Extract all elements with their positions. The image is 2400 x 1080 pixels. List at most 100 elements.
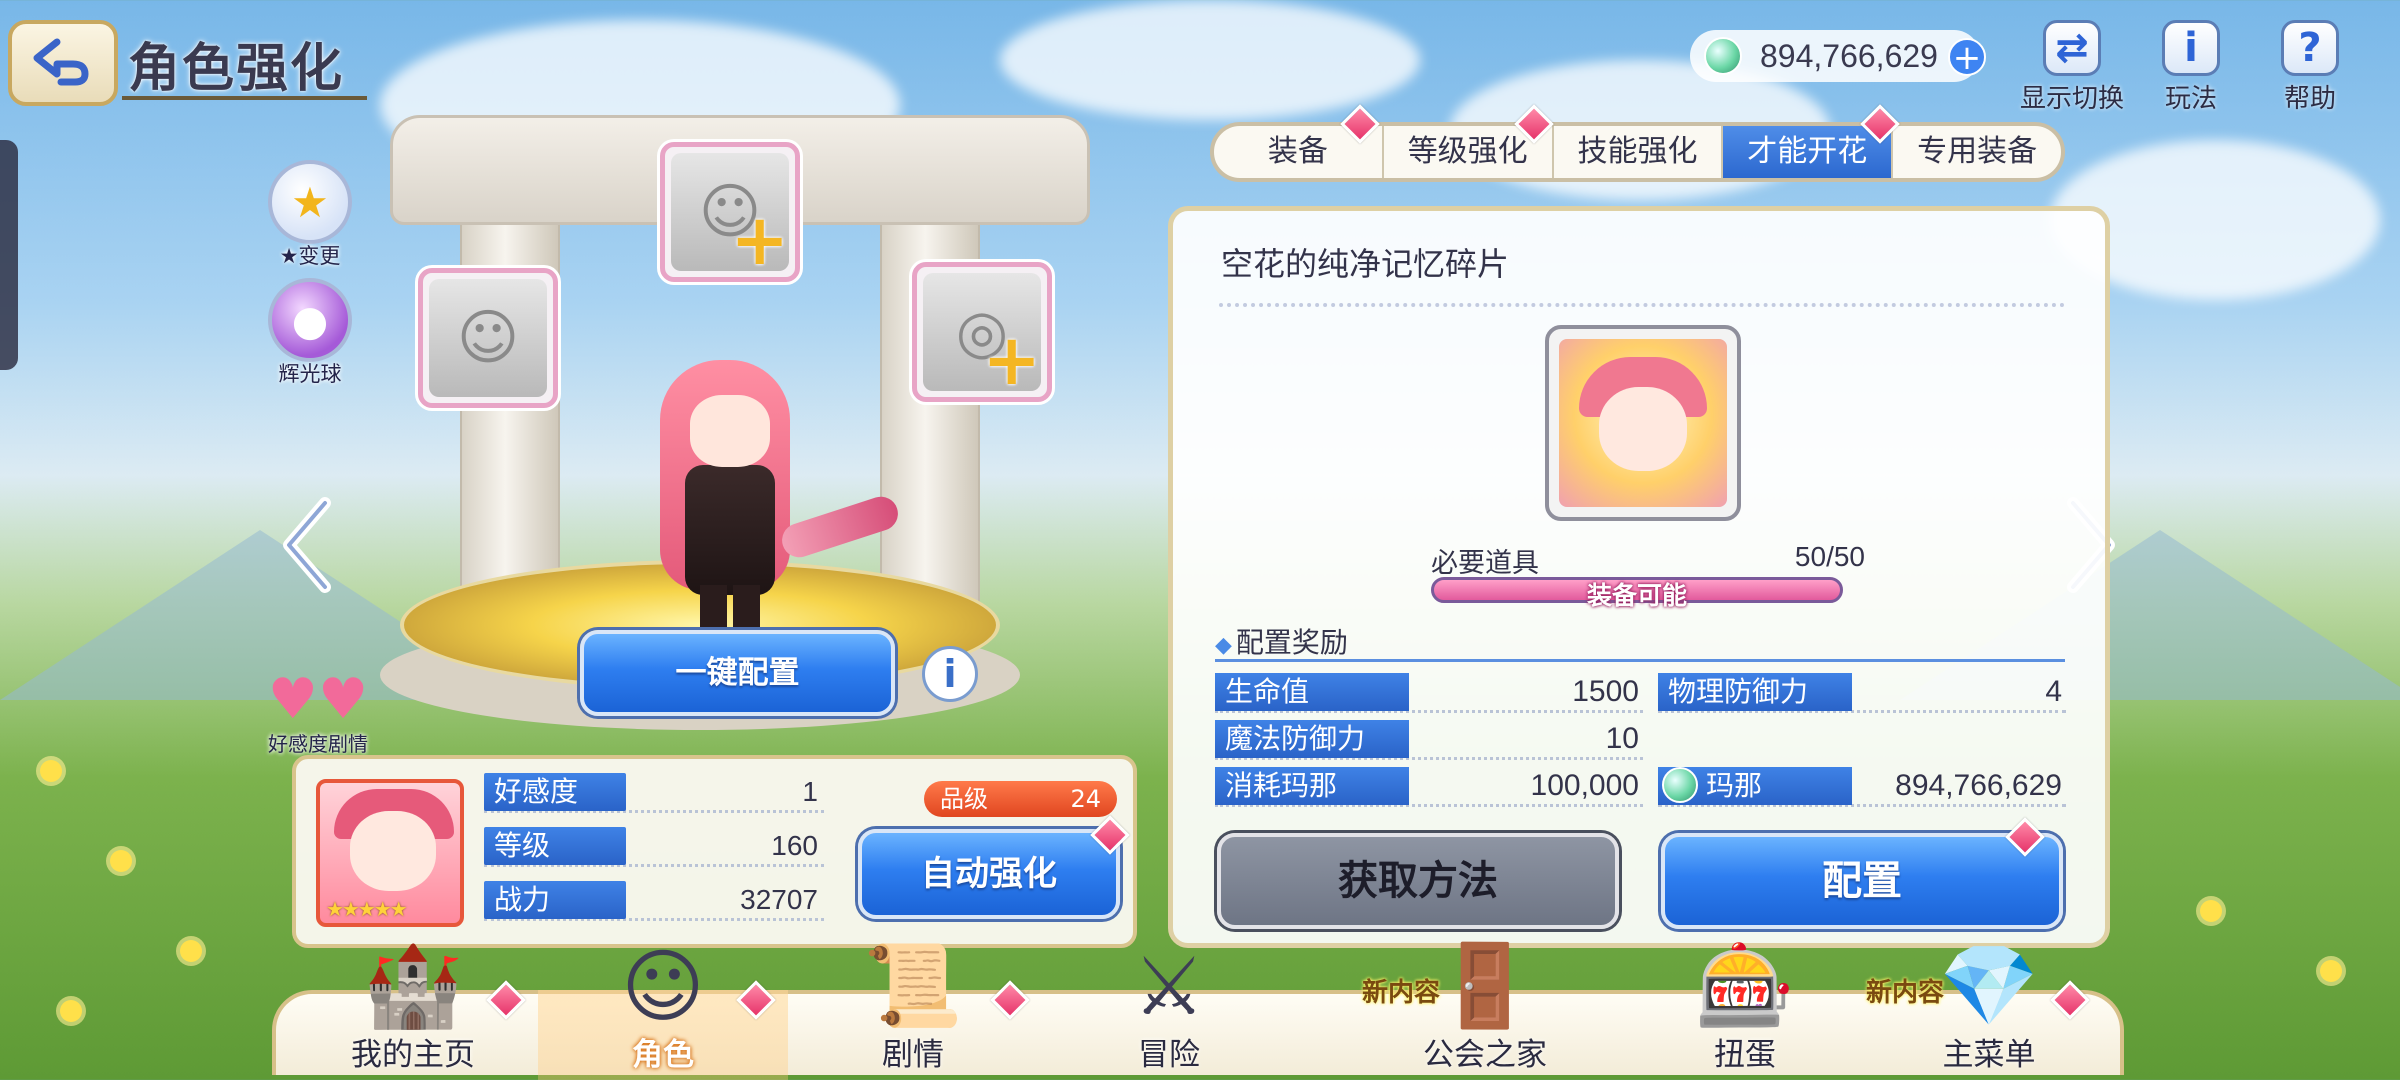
rank-value: 24	[1070, 785, 1101, 813]
door-icon: 🚪	[1435, 939, 1535, 1032]
mana-value: 894,766,629	[1760, 37, 1938, 74]
memory-fragment-icon[interactable]	[1545, 325, 1741, 521]
reward-label: 物理防御力	[1658, 673, 1852, 711]
star-change-label: ★变更	[279, 244, 341, 268]
star-change-button[interactable]: ★ ★变更	[255, 160, 365, 270]
stat-row-affection: 好感度 1	[484, 769, 824, 813]
gameplay-label: 玩法	[2164, 84, 2217, 114]
gameplay-button[interactable]: i 玩法	[2131, 20, 2251, 115]
display-switch-button[interactable]: ⇄ 显示切换	[2012, 20, 2132, 115]
reward-header: ◆ 配置奖励	[1215, 626, 1348, 659]
item-name: 空花的纯净记忆碎片	[1221, 245, 1510, 283]
gacha-machine-icon: 🎰	[1695, 939, 1795, 1032]
reward-label: 魔法防御力	[1215, 720, 1409, 758]
previous-character-arrow[interactable]	[272, 490, 342, 600]
tab-exclusive-equipment[interactable]: 专用装备	[1893, 126, 2061, 178]
reward-value: 10	[1605, 722, 1639, 755]
nav-label: 我的主页	[351, 1037, 475, 1073]
display-switch-label: 显示切换	[2019, 84, 2124, 114]
add-mana-button[interactable]: +	[1948, 38, 1986, 76]
castle-icon: 🏰	[363, 939, 463, 1032]
reward-row-physical-def: 物理防御力 4	[1658, 671, 2066, 713]
stat-value: 32707	[740, 884, 818, 915]
info-button[interactable]: i	[922, 646, 978, 702]
enhance-tabs: 装备 等级强化 技能强化 才能开花 专用装备	[1210, 122, 2065, 182]
auto-enhance-button[interactable]: 自动强化	[858, 829, 1120, 919]
item-detail-panel: 空花的纯净记忆碎片 必要道具 50/50 装备可能 ◆ 配置奖励 生命值 1500…	[1168, 206, 2110, 948]
glow-orb-icon: ●	[268, 278, 352, 362]
memory-slot-top[interactable]: ☺ +	[660, 142, 800, 282]
reward-value: 4	[2045, 675, 2062, 708]
reward-label: 生命值	[1215, 673, 1409, 711]
add-plus-icon: +	[730, 199, 789, 281]
add-plus-icon: +	[982, 319, 1041, 401]
required-item-count: 50/50	[1794, 541, 1865, 572]
help-label: 帮助	[2283, 84, 2336, 114]
nav-label: 扭蛋	[1714, 1037, 1776, 1073]
equip-ready-bar: 装备可能	[1431, 577, 1843, 610]
nav-label: 公会之家	[1423, 1037, 1547, 1073]
affection-story-label: 好感度剧情	[268, 732, 368, 756]
glow-orb-label: 辉光球	[278, 362, 342, 386]
help-icon: ?	[2281, 20, 2339, 76]
stat-value: 160	[771, 830, 818, 861]
nav-adventure[interactable]: ⚔ 冒险	[1044, 940, 1294, 1080]
stat-value: 1	[802, 776, 818, 807]
cost-label: 消耗玛那	[1215, 767, 1409, 805]
nav-gacha[interactable]: 🎰 扭蛋	[1620, 939, 1870, 1080]
title-underline	[122, 96, 367, 100]
character-chibi-icon: ☺	[621, 939, 705, 1033]
character-portrait[interactable]: ★★★★★	[316, 779, 464, 927]
mana-value: 894,766,629	[1895, 769, 2062, 802]
equip-button[interactable]: 配置	[1661, 833, 2063, 929]
stat-label: 战力	[484, 881, 626, 919]
nav-label: 冒险	[1138, 1037, 1200, 1073]
tab-skill-up[interactable]: 技能强化	[1554, 126, 1724, 178]
affection-story-button[interactable]: ♥♥ 好感度剧情	[258, 672, 378, 757]
info-icon: i	[2162, 20, 2220, 76]
character-info-panel: ★★★★★ 好感度 1 等级 160 战力 32707 品级 24 自动强化	[292, 755, 1137, 948]
memory-slot-right[interactable]: ◎ +	[912, 262, 1052, 402]
reward-value: 1500	[1572, 675, 1639, 708]
mana-icon	[1662, 767, 1698, 803]
glow-orb-button[interactable]: ● 辉光球	[255, 278, 365, 388]
crystal-icon: 💎	[1939, 939, 2039, 1032]
nav-guild-house[interactable]: 新内容 🚪 公会之家	[1360, 939, 1610, 1080]
required-item-label: 必要道具	[1431, 548, 1539, 579]
obtain-method-button[interactable]: 获取方法	[1217, 833, 1619, 929]
cost-row: 消耗玛那 100,000	[1215, 765, 1643, 807]
equip-ready-text: 装备可能	[1586, 581, 1687, 610]
stat-label: 等级	[484, 827, 626, 865]
back-button[interactable]	[8, 20, 118, 106]
side-drawer-handle[interactable]	[0, 140, 18, 370]
mana-icon	[1704, 37, 1742, 75]
reward-divider	[1215, 659, 2065, 662]
scroll-icon: 📜	[863, 939, 963, 1032]
divider	[1219, 303, 2065, 307]
reward-row-hp: 生命值 1500	[1215, 671, 1643, 713]
star-icon: ★	[268, 160, 352, 244]
character-switch-icon: ⇄	[2043, 20, 2101, 76]
rank-badge: 品级 24	[924, 781, 1117, 817]
sword-flag-icon: ⚔	[1133, 939, 1205, 1033]
character-silhouette-icon: ☺	[429, 279, 547, 397]
nav-label: 主菜单	[1942, 1037, 2036, 1073]
reward-row-magic-def: 魔法防御力 10	[1215, 718, 1643, 760]
mana-row: 玛那 894,766,629	[1658, 765, 2066, 807]
diamond-bullet-icon: ◆	[1215, 633, 1232, 658]
cost-value: 100,000	[1530, 769, 1639, 802]
memory-slot-left[interactable]: ☺	[418, 268, 558, 408]
tab-talent-bloom[interactable]: 才能开花	[1723, 126, 1894, 178]
page-title: 角色强化	[128, 39, 345, 99]
stat-label: 好感度	[484, 773, 626, 811]
stat-row-power: 战力 32707	[484, 877, 824, 921]
back-arrow-icon	[33, 38, 89, 86]
chevron-left-icon	[283, 497, 331, 593]
one-click-config-button[interactable]: 一键配置	[580, 630, 895, 716]
stat-row-level: 等级 160	[484, 823, 824, 867]
mana-counter: 894,766,629 +	[1690, 30, 1986, 82]
rank-label: 品级	[940, 785, 988, 813]
help-button[interactable]: ? 帮助	[2250, 20, 2370, 115]
star-rating: ★★★★★	[326, 897, 408, 921]
nav-label: 角色	[632, 1037, 694, 1073]
